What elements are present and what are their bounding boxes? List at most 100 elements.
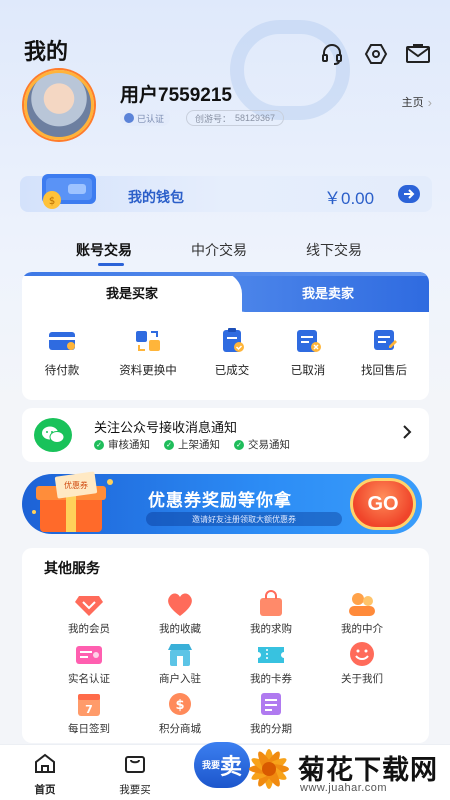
homepage-label: 主页	[401, 97, 424, 109]
swap-icon	[133, 328, 163, 354]
agent-icon	[346, 590, 378, 618]
nav-buy-label: 我要买	[119, 784, 151, 796]
check-icon: ✓	[164, 439, 174, 450]
clipboard-done-icon	[217, 328, 247, 354]
active-tab-indicator	[98, 263, 124, 266]
tab-buyer[interactable]: 我是买家	[22, 272, 242, 312]
installment-icon	[255, 690, 287, 718]
service-checkin[interactable]: 7 每日签到	[54, 690, 124, 736]
service-agent[interactable]: 我的中介	[327, 590, 397, 636]
banner-box-label: 优惠券	[64, 480, 88, 490]
username: 用户7559215	[120, 85, 232, 106]
order-item-label: 资料更换中	[119, 365, 177, 377]
notify-tags: ✓ 审核通知 ✓ 上架通知 ✓ 交易通知	[94, 437, 290, 452]
service-coupons[interactable]: 我的卡券	[236, 640, 306, 686]
ticket-icon	[255, 640, 287, 668]
mail-icon[interactable]	[404, 40, 432, 68]
order-after-sale[interactable]: 找回售后	[344, 328, 424, 378]
service-label: 我的卡券	[250, 673, 292, 685]
watermark-url: www.juahar.com	[300, 782, 388, 794]
service-label: 我的中介	[341, 623, 383, 635]
chrysanthemum-logo	[244, 744, 294, 794]
service-points-mall[interactable]: $ 积分商城	[145, 690, 215, 736]
header-background-decoration	[230, 20, 350, 120]
service-label: 积分商城	[159, 723, 201, 735]
check-icon: ✓	[94, 439, 104, 450]
bag-icon	[255, 590, 287, 618]
order-cancelled[interactable]: 已取消	[268, 328, 348, 378]
nav-buy[interactable]: 我要买	[105, 752, 165, 797]
order-info-changing[interactable]: 资料更换中	[108, 328, 188, 378]
service-about[interactable]: 关于我们	[327, 640, 397, 686]
game-id-label: 创游号：	[195, 113, 232, 124]
service-wanted[interactable]: 我的求购	[236, 590, 306, 636]
order-pending-payment[interactable]: 待付款	[22, 328, 102, 378]
notify-tag: ✓ 交易通知	[234, 437, 290, 452]
notify-tag-label: 审核通知	[108, 439, 150, 451]
homepage-link[interactable]: 主页 ›	[402, 94, 432, 110]
sell-small-label: 我要	[201, 760, 220, 770]
tab-account-trade[interactable]: 账号交易	[76, 240, 132, 260]
tab-seller[interactable]: 我是卖家	[227, 272, 429, 312]
order-card: 我是卖家 我是买家 待付款 资料更换中 已成交 已取消 找回售后	[22, 272, 429, 400]
game-id-badge: 创游号： 58129367	[186, 110, 285, 126]
tab-offline-trade[interactable]: 线下交易	[306, 240, 362, 260]
svg-text:$: $	[49, 196, 55, 207]
wallet-amount: ￥0.00	[324, 189, 375, 208]
member-icon	[73, 590, 105, 618]
notify-tag: ✓ 上架通知	[164, 437, 220, 452]
order-item-label: 找回售后	[361, 365, 407, 377]
service-label: 我的收藏	[159, 623, 201, 635]
service-installment[interactable]: 我的分期	[236, 690, 306, 736]
card-top-accent	[22, 272, 429, 276]
settings-hex-icon[interactable]	[362, 40, 390, 68]
banner-title: 优惠券奖励等你拿	[148, 491, 292, 510]
cancel-icon	[293, 328, 323, 354]
wechat-icon	[34, 418, 72, 452]
service-label: 我的求购	[250, 623, 292, 635]
service-label: 我的会员	[68, 623, 110, 635]
notify-tag-label: 上架通知	[178, 439, 220, 451]
card-icon	[47, 328, 77, 354]
banner-subtitle: 邀请好友注册领取大额优惠券	[146, 512, 342, 526]
avatar[interactable]	[24, 70, 94, 140]
game-id-value: 58129367	[235, 113, 276, 123]
order-item-label: 已取消	[290, 365, 326, 377]
headset-icon[interactable]	[318, 40, 346, 68]
service-label: 每日签到	[68, 723, 110, 735]
nav-home-label: 首页	[34, 784, 56, 796]
notify-title: 关注公众号接收消息通知	[94, 420, 238, 435]
wallet-icon: $	[38, 172, 100, 212]
nav-sell-button[interactable]: 我要 卖	[194, 742, 250, 788]
sell-big-label: 卖	[219, 754, 242, 779]
bag-icon	[123, 752, 147, 779]
verified-label: 已认证	[137, 113, 165, 124]
tab-agent-trade[interactable]: 中介交易	[191, 240, 247, 260]
page-title: 我的	[24, 39, 69, 64]
services-title: 其他服务	[44, 560, 100, 576]
shop-icon	[164, 640, 196, 668]
arrow-right-icon[interactable]	[398, 185, 420, 203]
chevron-right-icon	[402, 424, 412, 445]
order-completed[interactable]: 已成交	[192, 328, 272, 378]
avatar-image	[24, 70, 94, 140]
home-icon	[33, 752, 57, 779]
chevron-right-icon: ›	[427, 94, 432, 110]
verified-icon	[124, 113, 134, 123]
check-icon: ✓	[234, 439, 244, 450]
service-realname[interactable]: 实名认证	[54, 640, 124, 686]
gift-box-icon: 优惠券	[26, 468, 126, 538]
after-sale-icon	[369, 328, 399, 354]
svg-text:$: $	[175, 698, 184, 713]
order-item-label: 待付款	[44, 365, 80, 377]
smile-icon	[346, 640, 378, 668]
nav-home[interactable]: 首页	[15, 752, 75, 797]
service-member[interactable]: 我的会员	[54, 590, 124, 636]
go-button[interactable]: GO	[350, 478, 416, 530]
heart-icon	[164, 590, 196, 618]
service-merchant[interactable]: 商户入驻	[145, 640, 215, 686]
service-favorites[interactable]: 我的收藏	[145, 590, 215, 636]
service-label: 商户入驻	[159, 673, 201, 685]
notify-tag-label: 交易通知	[248, 439, 290, 451]
svg-text:7: 7	[85, 703, 93, 716]
